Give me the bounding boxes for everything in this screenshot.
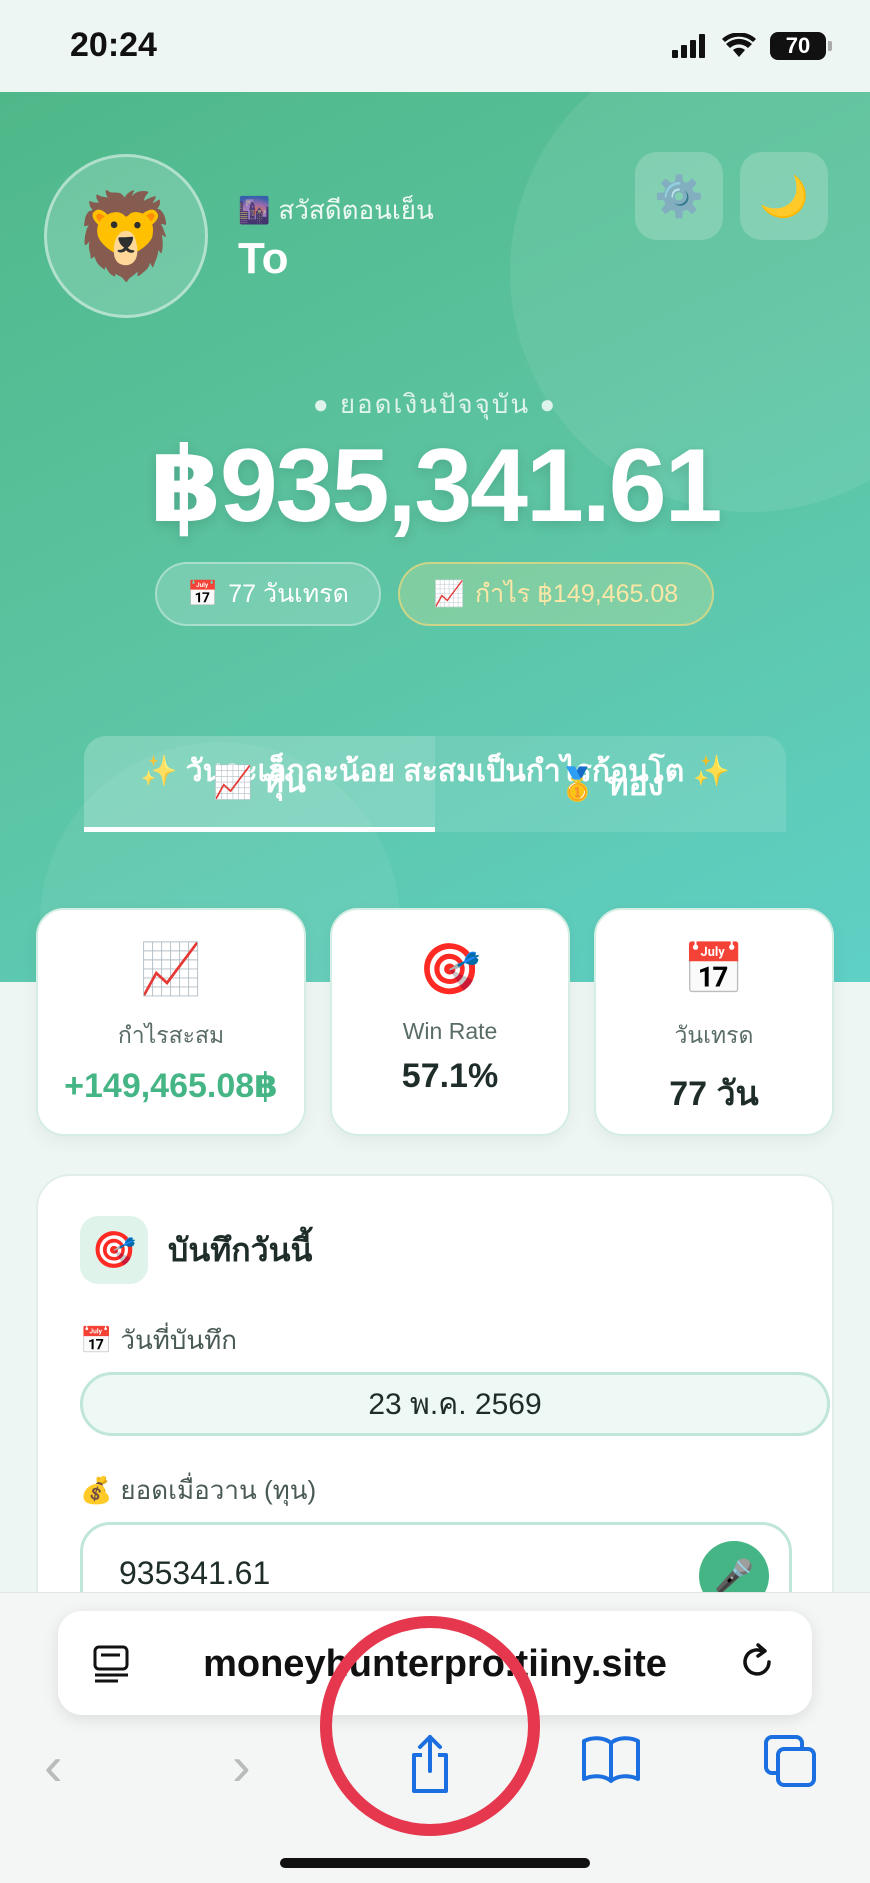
- stat-card-winrate: 🎯 Win Rate 57.1%: [330, 908, 570, 1136]
- status-icons: 70: [672, 32, 832, 60]
- book-icon: [582, 1736, 640, 1783]
- greeting-text: สวัสดีตอนเย็น: [278, 195, 434, 225]
- medal-icon: 🥇: [557, 766, 598, 802]
- stat-value: 77 วัน: [669, 1075, 759, 1113]
- lion-icon: 🦁: [73, 188, 179, 283]
- date-label-text: วันที่บันทึก: [120, 1325, 238, 1355]
- profit-pill: 📈 กำไร ฿149,465.08: [398, 562, 714, 626]
- stat-card-profit: 📈 กำไรสะสม +149,465.08฿: [36, 908, 306, 1136]
- hero-section: 🦁 🌆 สวัสดีตอนเย็น To ⚙️ 🌙 ● ยอดเงินปัจจุ…: [0, 92, 870, 982]
- amount-label-text: ยอดเมื่อวาน (ทุน): [120, 1475, 317, 1505]
- moon-icon: 🌙: [759, 174, 809, 219]
- chart-up-icon: 📈: [139, 941, 203, 997]
- username: To: [238, 234, 289, 283]
- stat-value: +149,465.08฿: [64, 1067, 278, 1105]
- stat-label: Win Rate: [402, 1018, 498, 1044]
- settings-button[interactable]: ⚙️: [635, 152, 723, 240]
- tab-stocks[interactable]: 📈 หุ้น: [84, 736, 435, 832]
- tabs-icon: [764, 1735, 816, 1787]
- signal-icon: [672, 34, 705, 58]
- tab-label: หุ้น: [262, 763, 306, 799]
- record-header: 🎯 บันทึกวันนี้: [80, 1216, 312, 1284]
- microphone-icon: 🎤: [714, 1558, 754, 1594]
- bookmarks-button[interactable]: [580, 1733, 642, 1798]
- amount-field-label: 💰 ยอดเมื่อวาน (ทุน): [80, 1470, 316, 1511]
- home-indicator: [280, 1858, 590, 1868]
- stat-value: 57.1%: [401, 1057, 499, 1095]
- theme-toggle-button[interactable]: 🌙: [740, 152, 828, 240]
- trading-days-text: 77 วันเทรด: [228, 580, 349, 608]
- money-bag-icon: 💰: [80, 1475, 113, 1505]
- tab-label: ทอง: [607, 765, 664, 802]
- asset-tabs: 📈 หุ้น 🥇 ทอง: [84, 736, 786, 832]
- calendar-icon: 📅: [187, 579, 219, 608]
- chevron-left-icon: ‹: [44, 1734, 63, 1797]
- stat-card-days: 📅 วันเทรด 77 วัน: [594, 908, 834, 1136]
- tabs-button[interactable]: [762, 1733, 818, 1802]
- greeting: 🌆 สวัสดีตอนเย็น: [238, 190, 434, 231]
- avatar[interactable]: 🦁: [44, 154, 208, 318]
- profit-text: กำไร ฿149,465.08: [474, 580, 679, 608]
- chart-up-icon: 📈: [213, 763, 253, 800]
- amount-value: 935341.61: [119, 1555, 271, 1591]
- chevron-right-icon: ›: [232, 1734, 251, 1797]
- calendar-icon: 📅: [682, 941, 746, 997]
- date-input[interactable]: 23 พ.ค. 2569: [80, 1372, 830, 1436]
- current-balance: ฿935,341.61: [149, 428, 723, 544]
- chart-up-icon: 📈: [433, 579, 465, 608]
- stat-label: วันเทรด: [674, 1022, 754, 1048]
- wifi-icon: [722, 33, 756, 57]
- target-icon: 🎯: [80, 1216, 148, 1284]
- city-sunset-icon: 🌆: [238, 195, 271, 225]
- tab-gold[interactable]: 🥇 ทอง: [435, 736, 786, 832]
- target-icon: 🎯: [418, 941, 482, 997]
- calendar-icon: 📅: [80, 1325, 113, 1355]
- gear-icon: ⚙️: [654, 174, 704, 219]
- forward-button[interactable]: ›: [232, 1733, 251, 1798]
- date-field-label: 📅 วันที่บันทึก: [80, 1320, 237, 1361]
- back-button[interactable]: ‹: [44, 1733, 63, 1798]
- trading-days-pill: 📅 77 วันเทรด: [155, 562, 381, 626]
- status-bar: 20:24 70: [0, 0, 870, 92]
- reload-icon[interactable]: [736, 1641, 778, 1683]
- status-time: 20:24: [70, 26, 157, 64]
- stat-label: กำไรสะสม: [117, 1022, 225, 1048]
- balance-label: ● ยอดเงินปัจจุบัน ●: [312, 389, 558, 419]
- battery-indicator: 70: [770, 32, 832, 60]
- highlight-circle-annotation: [320, 1616, 540, 1836]
- record-title: บันทึกวันนี้: [168, 1231, 313, 1268]
